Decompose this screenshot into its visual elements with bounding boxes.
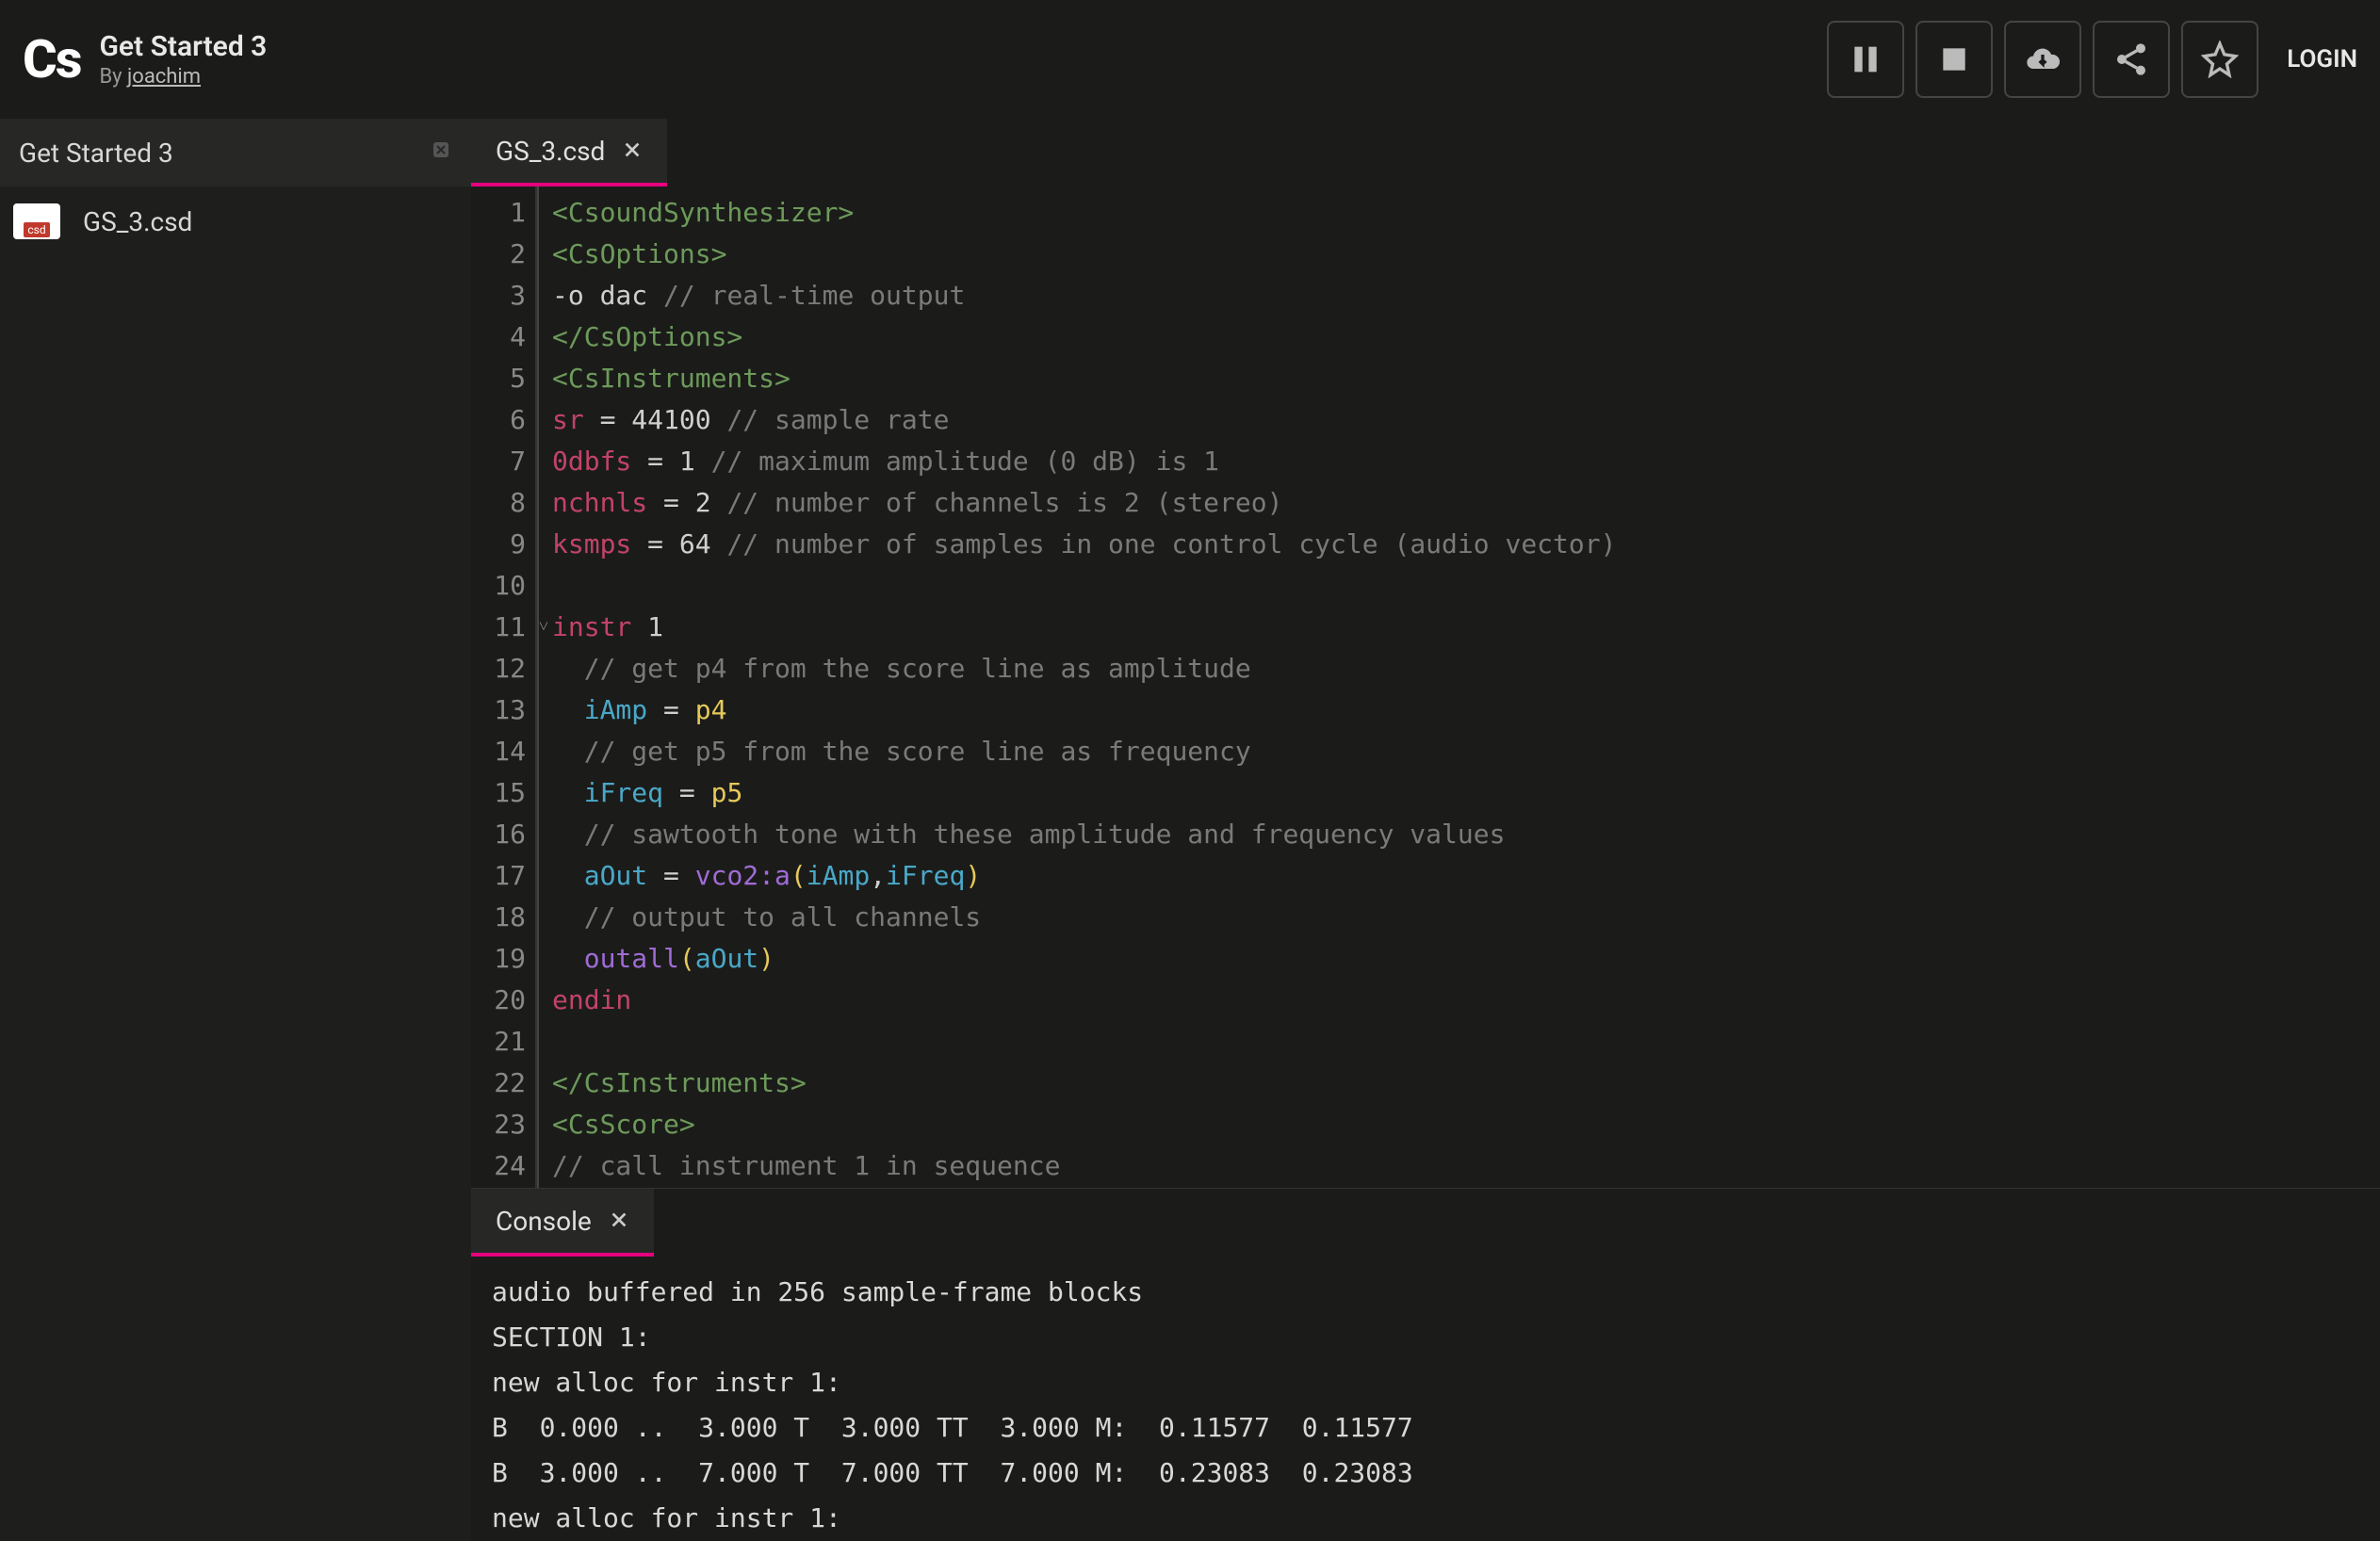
editor-tab-row: GS_3.csd — [471, 119, 2380, 187]
line-number: 18 — [471, 897, 535, 938]
code-line[interactable]: sr = 44100 // sample rate — [552, 399, 2380, 441]
line-number: 5 — [471, 358, 535, 399]
login-link[interactable]: LOGIN — [2287, 45, 2357, 73]
code-line[interactable]: // output to all channels — [552, 897, 2380, 938]
line-number: 11 — [471, 607, 535, 648]
byline: By joachim — [99, 65, 267, 89]
code-line[interactable]: endin — [552, 980, 2380, 1021]
line-number: 24 — [471, 1145, 535, 1187]
close-icon — [430, 138, 452, 161]
line-number: 23 — [471, 1104, 535, 1145]
code-line[interactable]: 0dbfs = 1 // maximum amplitude (0 dB) is… — [552, 441, 2380, 482]
line-number: 13 — [471, 689, 535, 731]
stop-button[interactable] — [1915, 21, 1993, 98]
line-number: 19 — [471, 938, 535, 980]
line-number: 12 — [471, 648, 535, 689]
line-number: 1 — [471, 192, 535, 234]
console-tab-row: Console — [471, 1189, 2380, 1257]
topbar: Cs Get Started 3 By joachim LOGIN — [0, 0, 2380, 119]
code-line[interactable]: <CsInstruments> — [552, 358, 2380, 399]
close-icon — [609, 1209, 629, 1230]
line-number: 15 — [471, 772, 535, 814]
code-line[interactable]: aOut = vco2:a(iAmp,iFreq) — [552, 855, 2380, 897]
code-line[interactable]: <CsoundSynthesizer> — [552, 192, 2380, 234]
code-line[interactable]: // get p5 from the score line as frequen… — [552, 731, 2380, 772]
sidebar: Get Started 3 GS_3.csd — [0, 119, 471, 1541]
line-number: 9 — [471, 524, 535, 565]
line-number: 22 — [471, 1062, 535, 1104]
console-tab-close[interactable] — [609, 1206, 629, 1237]
line-number: 20 — [471, 980, 535, 1021]
line-number: 21 — [471, 1021, 535, 1062]
line-number: 17 — [471, 855, 535, 897]
code-content[interactable]: <CsoundSynthesizer><CsOptions>-o dac // … — [537, 187, 2380, 1188]
download-button[interactable] — [2004, 21, 2081, 98]
topbar-left: Cs Get Started 3 By joachim — [23, 28, 267, 90]
line-number: 3 — [471, 275, 535, 316]
csd-file-icon — [13, 203, 60, 239]
title-block: Get Started 3 By joachim — [99, 30, 267, 89]
editor-tab[interactable]: GS_3.csd — [471, 119, 667, 187]
code-line[interactable]: instr 1 — [552, 607, 2380, 648]
close-icon — [622, 139, 643, 160]
editor-tab-label: GS_3.csd — [496, 136, 605, 167]
line-number: 10 — [471, 565, 535, 607]
line-number: 2 — [471, 234, 535, 275]
sidebar-header: Get Started 3 — [0, 119, 471, 187]
by-prefix: By — [99, 65, 127, 89]
project-title: Get Started 3 — [99, 30, 267, 63]
code-line[interactable]: outall(aOut) — [552, 938, 2380, 980]
logo: Cs — [23, 28, 80, 90]
share-icon — [2112, 41, 2150, 78]
console-tab[interactable]: Console — [471, 1189, 654, 1257]
line-number: 7 — [471, 441, 535, 482]
favorite-button[interactable] — [2181, 21, 2258, 98]
sidebar-title: Get Started 3 — [19, 138, 173, 169]
file-name: GS_3.csd — [83, 206, 192, 237]
share-button[interactable] — [2093, 21, 2170, 98]
code-line[interactable]: // call instrument 1 in sequence — [552, 1145, 2380, 1187]
pause-button[interactable] — [1827, 21, 1904, 98]
main-row: Get Started 3 GS_3.csd GS_3.csd 12345678… — [0, 119, 2380, 1541]
code-editor[interactable]: 123456789101112131415161718192021222324 … — [471, 187, 2380, 1188]
code-line[interactable]: iFreq = p5 — [552, 772, 2380, 814]
editor-tab-close[interactable] — [622, 136, 643, 167]
line-number-gutter: 123456789101112131415161718192021222324 — [471, 187, 537, 1188]
code-line[interactable]: // sawtooth tone with these amplitude an… — [552, 814, 2380, 855]
code-line[interactable]: nchnls = 2 // number of channels is 2 (s… — [552, 482, 2380, 524]
topbar-right: LOGIN — [1827, 21, 2357, 98]
line-number: 16 — [471, 814, 535, 855]
code-line[interactable] — [552, 1021, 2380, 1062]
editor-area: GS_3.csd 1234567891011121314151617181920… — [471, 119, 2380, 1541]
code-line[interactable] — [552, 565, 2380, 607]
line-number: 14 — [471, 731, 535, 772]
console-output[interactable]: audio buffered in 256 sample-frame block… — [471, 1257, 2380, 1541]
line-number: 8 — [471, 482, 535, 524]
code-line[interactable]: -o dac // real-time output — [552, 275, 2380, 316]
code-line[interactable]: // get p4 from the score line as amplitu… — [552, 648, 2380, 689]
console-tab-label: Console — [496, 1206, 592, 1237]
author-link[interactable]: joachim — [127, 65, 201, 89]
pause-icon — [1847, 41, 1884, 78]
console-panel: Console audio buffered in 256 sample-fra… — [471, 1188, 2380, 1541]
code-line[interactable]: <CsOptions> — [552, 234, 2380, 275]
code-line[interactable]: <CsScore> — [552, 1104, 2380, 1145]
line-number: 6 — [471, 399, 535, 441]
code-line[interactable]: </CsOptions> — [552, 316, 2380, 358]
stop-icon — [1935, 41, 1973, 78]
star-icon — [2201, 41, 2239, 78]
cloud-download-icon — [2024, 41, 2062, 78]
line-number: 4 — [471, 316, 535, 358]
sidebar-close-icon[interactable] — [430, 138, 452, 167]
file-item[interactable]: GS_3.csd — [0, 187, 471, 256]
code-line[interactable]: iAmp = p4 — [552, 689, 2380, 731]
code-line[interactable]: ksmps = 64 // number of samples in one c… — [552, 524, 2380, 565]
code-line[interactable]: </CsInstruments> — [552, 1062, 2380, 1104]
